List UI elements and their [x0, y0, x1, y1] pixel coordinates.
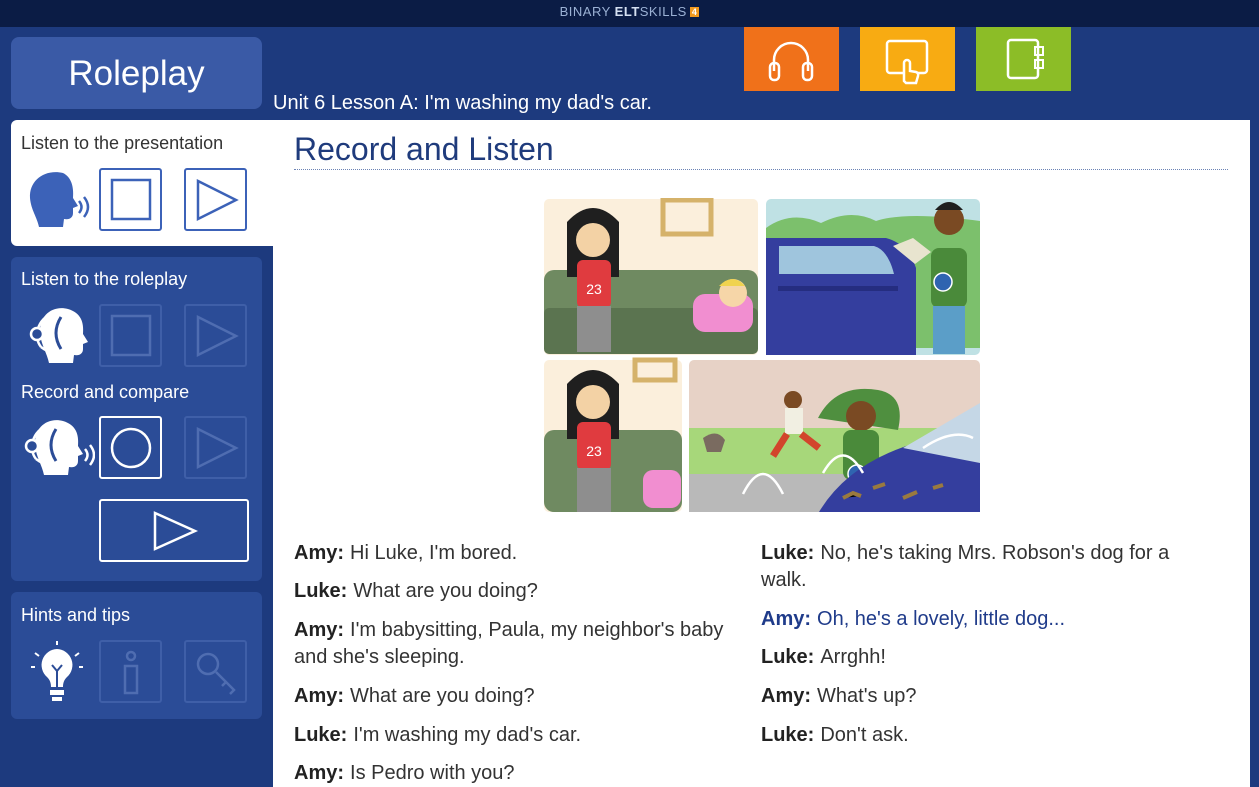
- section-hints: Hints and tips: [11, 592, 262, 719]
- sidebar-title: Roleplay: [68, 54, 205, 93]
- roleplay-header: Roleplay: [11, 37, 262, 109]
- svg-text:23: 23: [586, 281, 602, 297]
- info-button[interactable]: [99, 640, 162, 703]
- lesson-title: Unit 6 Lesson A: I'm washing my dad's ca…: [273, 92, 652, 114]
- notebook-button[interactable]: [976, 27, 1071, 91]
- dialogue-line: Amy: I'm babysitting, Paula, my neighbor'…: [294, 619, 724, 668]
- play-button[interactable]: [184, 304, 247, 367]
- play-button[interactable]: [184, 168, 247, 231]
- section-label: Listen to the presentation: [21, 133, 224, 153]
- play-recording-button[interactable]: [184, 416, 247, 479]
- dialogue-line: Amy: Hi Luke, I'm bored.: [294, 542, 518, 564]
- brand-logo: BINARY ELTSKILLS 4: [559, 4, 700, 19]
- dialogue-line: Luke: What are you doing?: [294, 580, 538, 602]
- section-label: Record and compare: [21, 382, 190, 402]
- dialogue-line: Luke: Arrghh!: [761, 646, 886, 668]
- notebook-icon: [1006, 38, 1044, 80]
- record-button[interactable]: [99, 416, 162, 479]
- content-title: Record and Listen: [294, 131, 554, 167]
- section-roleplay: Listen to the roleplay Record and compar…: [11, 257, 262, 581]
- lightbulb-icon: [31, 641, 83, 701]
- content-panel: Record and Listen 23 23 Amy: Hi Luke, I'…: [273, 120, 1250, 787]
- touch-icon: [885, 39, 929, 85]
- headset-speaker-icon: [24, 420, 95, 475]
- section-listen-presentation: Listen to the presentation: [11, 120, 273, 246]
- headphones-icon: [768, 41, 814, 82]
- stop-button[interactable]: [99, 168, 162, 231]
- dialogue-line: Amy: What are you doing?: [294, 685, 535, 707]
- svg-text:23: 23: [586, 443, 602, 459]
- dialogue-line: Luke: I'm washing my dad's car.: [294, 724, 582, 746]
- dialogue-line: Luke: Don't ask.: [761, 724, 909, 746]
- key-button[interactable]: [184, 640, 247, 703]
- top-bar: BINARY ELTSKILLS 4: [0, 0, 1259, 27]
- dialogue-line: Amy: What's up?: [761, 685, 917, 707]
- comic-illustration: 23 23: [544, 198, 980, 512]
- divider: [294, 169, 1228, 170]
- dialogue-line: Luke: No, he's taking Mrs. Robson's dog f…: [761, 542, 1170, 591]
- section-label: Listen to the roleplay: [21, 269, 188, 289]
- speaking-head-icon: [29, 172, 90, 227]
- dialogue-line: Amy: Is Pedro with you?: [294, 762, 515, 784]
- dialogue-line-current: Amy: Oh, he's a lovely, little dog...: [761, 608, 1066, 630]
- headset-listener-icon: [29, 308, 88, 363]
- stop-button[interactable]: [99, 304, 162, 367]
- section-label: Hints and tips: [21, 605, 131, 625]
- touch-button[interactable]: [860, 27, 955, 91]
- play-compare-button[interactable]: [99, 499, 249, 562]
- headphones-button[interactable]: [744, 27, 839, 91]
